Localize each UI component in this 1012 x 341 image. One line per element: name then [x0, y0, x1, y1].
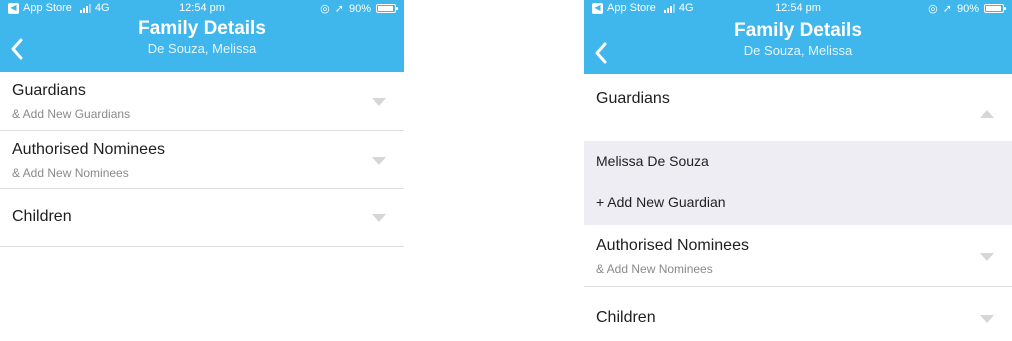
caret-down-icon[interactable]	[372, 214, 386, 222]
battery-percent: 90%	[348, 2, 371, 15]
section-label: Guardians	[596, 90, 670, 107]
add-new-guardian-button[interactable]: + Add New Guardian	[584, 183, 1012, 225]
section-sublabel: & Add New Nominees	[596, 262, 713, 276]
page-title: Family Details	[734, 20, 862, 41]
section-children[interactable]: Children	[0, 189, 404, 247]
screen-collapsed: ◀ App Store 4G 12:54 pm ◎ ➚ 90% Family D…	[0, 0, 404, 341]
section-authorised-nominees[interactable]: Authorised Nominees & Add New Nominees	[584, 225, 1012, 287]
section-guardians[interactable]: Guardians	[584, 74, 1012, 141]
navigation-arrow-icon: ➚	[942, 3, 952, 15]
caret-down-icon[interactable]	[980, 315, 994, 323]
section-label: Guardians	[12, 82, 86, 99]
battery-icon	[984, 4, 1006, 13]
add-guardian-label: + Add New Guardian	[596, 194, 726, 210]
section-sublabel: & Add New Guardians	[12, 107, 131, 121]
location-icon: ◎	[928, 3, 938, 15]
section-authorised-nominees[interactable]: Authorised Nominees & Add New Nominees	[0, 131, 404, 189]
caret-down-icon[interactable]	[372, 98, 386, 106]
page-subtitle: De Souza, Melissa	[147, 41, 257, 56]
section-guardians[interactable]: Guardians & Add New Guardians	[0, 72, 404, 131]
caret-down-icon[interactable]	[372, 157, 386, 165]
page-title: Family Details	[138, 18, 266, 39]
guardian-name: Melissa De Souza	[596, 153, 709, 169]
section-label: Authorised Nominees	[596, 237, 749, 254]
screen-expanded: ◀ App Store 4G 12:54 pm ◎ ➚ 90% Family D…	[584, 0, 1012, 341]
section-sublabel: & Add New Nominees	[12, 166, 129, 180]
status-bar: ◀ App Store 4G 12:54 pm ◎ ➚ 90%	[0, 0, 404, 18]
nav-header: ◀ App Store 4G 12:54 pm ◎ ➚ 90% Family D…	[584, 0, 1012, 74]
page-subtitle: De Souza, Melissa	[743, 43, 853, 58]
guardian-list-item[interactable]: Melissa De Souza	[584, 141, 1012, 183]
battery-icon	[376, 4, 398, 13]
section-label: Children	[596, 309, 656, 326]
section-label: Authorised Nominees	[12, 141, 165, 158]
location-icon: ◎	[320, 3, 330, 15]
battery-percent: 90%	[956, 2, 979, 15]
section-label: Children	[12, 208, 72, 225]
status-bar: ◀ App Store 4G 12:54 pm ◎ ➚ 90%	[584, 0, 1012, 18]
caret-down-icon[interactable]	[980, 253, 994, 261]
nav-header: ◀ App Store 4G 12:54 pm ◎ ➚ 90% Family D…	[0, 0, 404, 72]
navigation-arrow-icon: ➚	[334, 3, 344, 15]
section-children[interactable]: Children	[584, 287, 1012, 341]
caret-up-icon[interactable]	[980, 110, 994, 118]
